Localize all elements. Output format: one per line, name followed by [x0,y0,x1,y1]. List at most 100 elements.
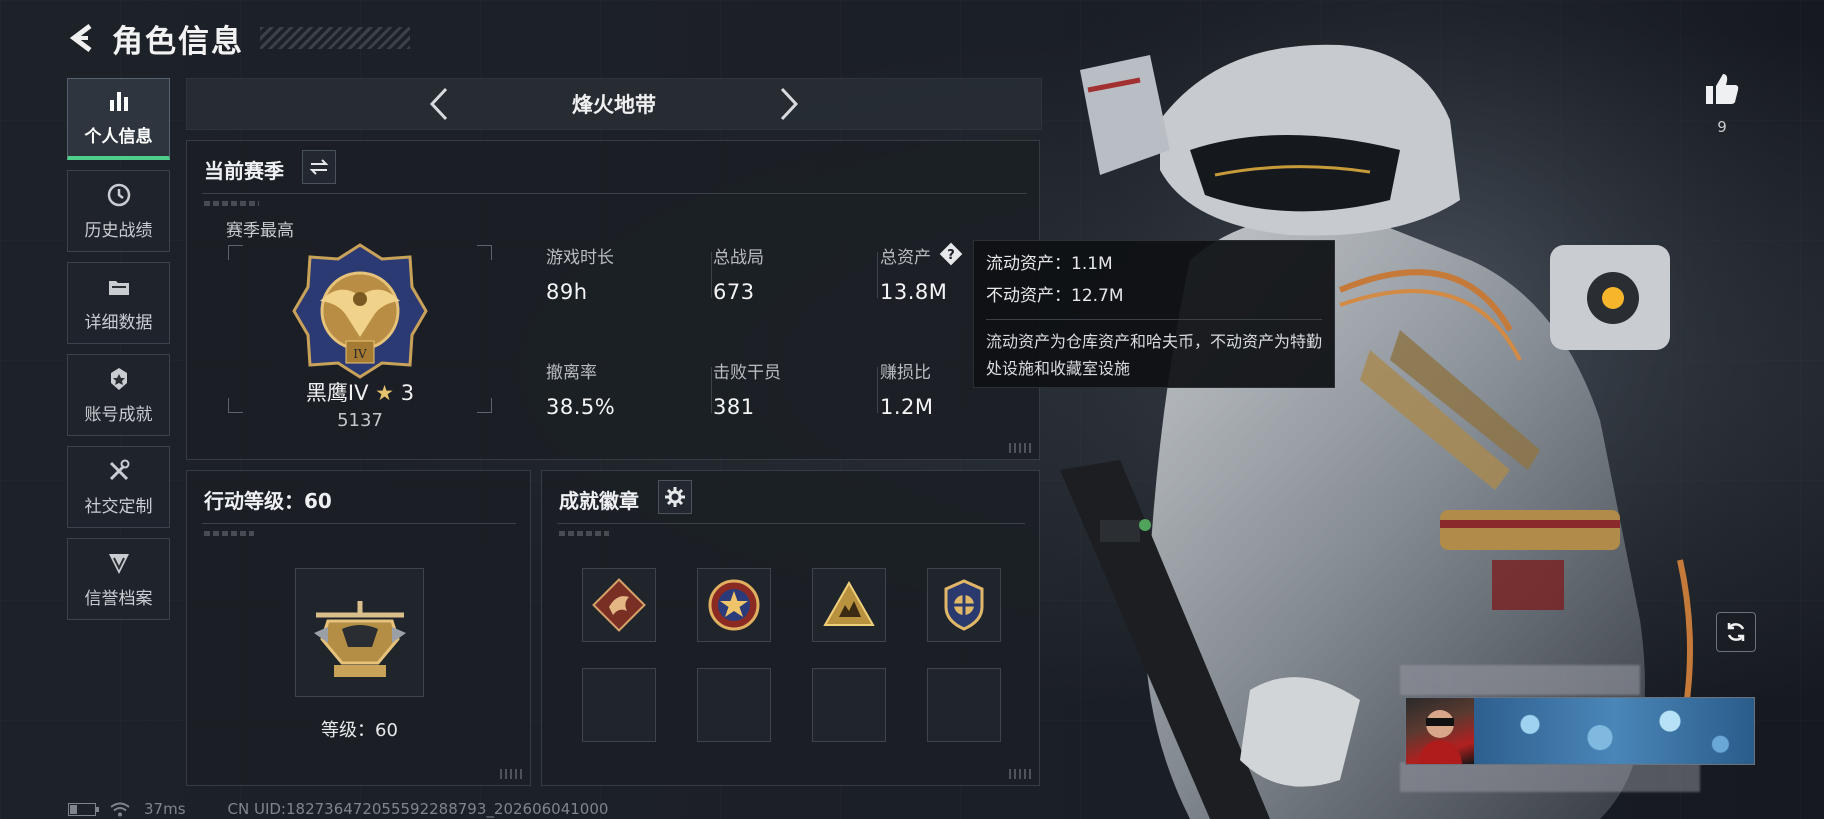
page-header: 角色信息 [66,18,410,60]
black-hawk-rank-emblem: IV [292,243,428,379]
tooltip-liquid-assets: 流动资产：1.1M [986,254,1113,274]
stat-operators-defeated: 击败干员 381 [713,363,781,419]
game-screen: { "header": {"title": "角色信息"}, "sidebar"… [0,0,1824,819]
sidebar-item-achievements[interactable]: 账号成就 [67,354,170,436]
avatar[interactable] [1406,698,1474,764]
badge-slot-empty[interactable] [927,668,1001,742]
rank-name-row: 黑鹰IV ★ 3 [228,377,492,407]
blurred-player-tag [1400,762,1700,792]
stat-divider [711,252,712,298]
rank-display: IV 黑鹰IV ★ 3 5137 [228,243,492,431]
chevron-left-icon [429,87,448,121]
sidebar-nav: 个人信息 历史战绩 详细数据 账号成就 社交定制 信誉档案 [67,78,172,630]
stat-extraction-rate: 撤离率 38.5% [546,363,616,419]
stat-divider [877,252,878,298]
svg-text:?: ? [947,248,955,263]
badge-slot-empty[interactable] [812,668,886,742]
corner-decoration [1009,443,1031,453]
winged-shield-badge-icon [944,579,984,631]
folder-icon [108,280,129,295]
rotate-model-button[interactable] [1716,612,1756,652]
namecard-flower-background [1474,698,1754,764]
mode-name: 烽火地带 [572,93,656,117]
title-underline-decor [204,201,259,206]
badge-slot-star-emblem[interactable] [697,568,771,642]
tooltip-fixed-assets: 不动资产：12.7M [986,286,1124,306]
like-count: 9 [1717,118,1727,136]
rank-name: 黑鹰IV [305,381,369,405]
action-level-divider [202,523,516,524]
title-underline-decor [204,531,254,536]
thumbs-up-icon [1706,74,1739,104]
season-best-label: 赛季最高 [226,221,294,241]
sidebar-item-label: 社交定制 [84,496,153,517]
corner-decoration [1009,769,1031,779]
like-button[interactable]: 9 [1704,72,1740,136]
blurred-player-name [1400,665,1640,695]
sidebar-item-credit-record[interactable]: 信誉档案 [67,538,170,620]
season-divider [202,193,1027,194]
badge-slot-empty[interactable] [582,668,656,742]
action-level-title: 行动等级：60 [204,489,332,513]
sidebar-item-label: 信誉档案 [84,588,153,609]
tooltip-description: 流动资产为仓库资产和哈夫币，不动资产为特勤处设施和收藏室设施 [986,332,1323,378]
prev-mode-button[interactable] [426,84,452,124]
triangle-squad-badge-icon [823,580,875,626]
dragon-badge-icon [592,578,646,632]
stat-total-matches: 总战局 673 [713,248,764,304]
action-level-emblem-slot[interactable] [295,568,424,697]
back-arrow-icon[interactable] [66,21,100,55]
sidebar-item-personal-info[interactable]: 个人信息 [67,78,170,160]
season-title: 当前赛季 [204,159,284,183]
tools-icon [109,459,129,480]
badge-settings-button[interactable] [658,480,692,514]
bar-chart-icon [109,92,128,111]
sidebar-item-label: 账号成就 [84,404,153,425]
player-namecard[interactable] [1405,697,1755,765]
player-uid: CN UID:182736472055592288793_20260604100… [227,800,609,818]
badge-slot-dragon[interactable] [582,568,656,642]
badge-slot-triangle-squad[interactable] [812,568,886,642]
tooltip-divider [986,319,1322,320]
help-icon[interactable]: ? [939,242,963,266]
achievement-badge-icon [110,367,127,390]
gear-icon [665,487,685,507]
sidebar-item-label: 历史战绩 [84,220,153,241]
badges-divider [557,523,1025,524]
sidebar-item-detailed-data[interactable]: 详细数据 [67,262,170,344]
title-decoration [260,27,410,49]
stat-divider [711,367,712,413]
sidebar-item-match-history[interactable]: 历史战绩 [67,170,170,252]
history-clock-icon [107,183,130,206]
corner-decoration [500,769,522,779]
action-level-panel: 行动等级：60 等级：60 [186,470,531,786]
page-title: 角色信息 [112,23,244,60]
level-text: 等级：60 [321,720,398,741]
sidebar-item-label: 详细数据 [84,312,153,333]
star-emblem-badge-icon [708,579,760,631]
sidebar-item-social-custom[interactable]: 社交定制 [67,446,170,528]
badges-title: 成就徽章 [559,489,639,513]
stat-profit-loss: 赚损比 1.2M [880,363,934,419]
shield-rank-icon [108,553,129,574]
helicopter-emblem-icon [313,600,406,677]
switch-season-button[interactable] [302,150,336,184]
ping-value: 37ms [144,800,186,818]
star-icon: ★ [375,381,394,405]
badge-slot-winged-shield[interactable] [927,568,1001,642]
wifi-icon [110,802,130,816]
rotate-icon [1727,623,1745,641]
next-mode-button[interactable] [776,84,802,124]
stat-play-time: 游戏时长 89h [546,248,614,304]
status-bar: 37ms CN UID:182736472055592288793_202606… [68,800,608,818]
svg-text:IV: IV [353,347,367,361]
battery-icon [68,802,99,816]
rank-score: 5137 [337,410,383,431]
assets-tooltip: 流动资产：1.1M 不动资产：12.7M 流动资产为仓库资产和哈夫币，不动资产为… [973,240,1335,388]
badges-panel: 成就徽章 [541,470,1040,786]
stat-divider [877,367,878,413]
mode-selector: 烽火地带 [186,78,1042,130]
stat-total-assets[interactable]: 总资产 13.8M [880,243,947,304]
sidebar-item-label: 个人信息 [84,127,153,147]
badge-slot-empty[interactable] [697,668,771,742]
